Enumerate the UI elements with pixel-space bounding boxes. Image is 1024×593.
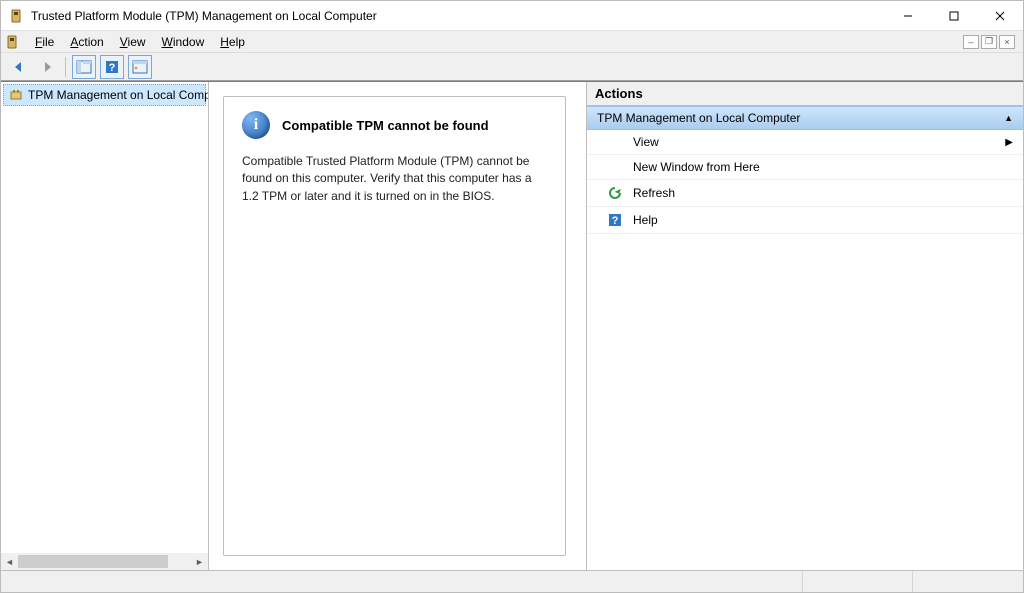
details-body: Compatible Trusted Platform Module (TPM)… — [242, 153, 547, 205]
toolbar-separator — [65, 57, 66, 77]
action-new-window[interactable]: New Window from Here — [587, 155, 1023, 180]
action-label: View — [633, 135, 659, 149]
status-cell — [913, 571, 1023, 592]
status-cell — [1, 571, 803, 592]
menu-help[interactable]: Help — [212, 33, 253, 51]
menu-window[interactable]: Window — [154, 33, 213, 51]
refresh-icon — [607, 185, 623, 201]
statusbar — [1, 570, 1023, 592]
action-help[interactable]: ? Help — [587, 207, 1023, 234]
actions-pane-title: Actions — [587, 82, 1023, 106]
back-button[interactable] — [7, 55, 31, 79]
titlebar: Trusted Platform Module (TPM) Management… — [1, 1, 1023, 31]
mdi-restore-button[interactable]: ❐ — [981, 35, 997, 49]
details-heading: Compatible TPM cannot be found — [282, 118, 489, 133]
actions-group-header[interactable]: TPM Management on Local Computer ▲ — [587, 106, 1023, 130]
minimize-button[interactable] — [885, 1, 931, 31]
tree-item-tpm-management[interactable]: TPM Management on Local Comp — [3, 84, 206, 106]
scroll-track[interactable] — [18, 553, 191, 570]
collapse-arrow-icon: ▲ — [1004, 113, 1013, 123]
toolbar: ? — [1, 53, 1023, 81]
scroll-right-button[interactable]: ► — [191, 553, 208, 570]
details-pane: i Compatible TPM cannot be found Compati… — [209, 82, 587, 570]
forward-button[interactable] — [35, 55, 59, 79]
app-icon — [9, 8, 25, 24]
show-hide-tree-button[interactable] — [72, 55, 96, 79]
window-title: Trusted Platform Module (TPM) Management… — [31, 9, 885, 23]
status-cell — [803, 571, 913, 592]
submenu-arrow-icon: ▶ — [1005, 137, 1013, 148]
menu-view[interactable]: View — [112, 33, 154, 51]
content-area: TPM Management on Local Comp ◄ ► i Compa… — [1, 81, 1023, 570]
svg-text:?: ? — [109, 62, 116, 74]
action-label: Refresh — [633, 186, 675, 200]
action-view[interactable]: View ▶ — [587, 130, 1023, 155]
close-button[interactable] — [977, 1, 1023, 31]
tpm-chip-icon — [8, 87, 24, 103]
menubar: File Action View Window Help – ❐ × — [1, 31, 1023, 53]
info-icon: i — [242, 111, 270, 139]
action-label: Help — [633, 213, 658, 227]
mmc-icon — [5, 34, 21, 50]
svg-text:?: ? — [612, 215, 619, 227]
action-refresh[interactable]: Refresh — [587, 180, 1023, 207]
mdi-close-button[interactable]: × — [999, 35, 1015, 49]
actions-pane: Actions TPM Management on Local Computer… — [587, 82, 1023, 570]
tree-pane: TPM Management on Local Comp ◄ ► — [1, 82, 209, 570]
properties-toolbar-button[interactable] — [128, 55, 152, 79]
scroll-left-button[interactable]: ◄ — [1, 553, 18, 570]
help-toolbar-button[interactable]: ? — [100, 55, 124, 79]
menu-file[interactable]: File — [27, 33, 62, 51]
tree-horizontal-scrollbar[interactable]: ◄ ► — [1, 553, 208, 570]
action-label: New Window from Here — [633, 160, 760, 174]
mdi-minimize-button[interactable]: – — [963, 35, 979, 49]
window-controls — [885, 1, 1023, 31]
maximize-button[interactable] — [931, 1, 977, 31]
scroll-thumb[interactable] — [18, 555, 168, 568]
menu-action[interactable]: Action — [62, 33, 111, 51]
tree-item-label: TPM Management on Local Comp — [28, 88, 208, 102]
details-card: i Compatible TPM cannot be found Compati… — [223, 96, 566, 556]
actions-group-title: TPM Management on Local Computer — [597, 111, 800, 125]
help-icon: ? — [607, 212, 623, 228]
